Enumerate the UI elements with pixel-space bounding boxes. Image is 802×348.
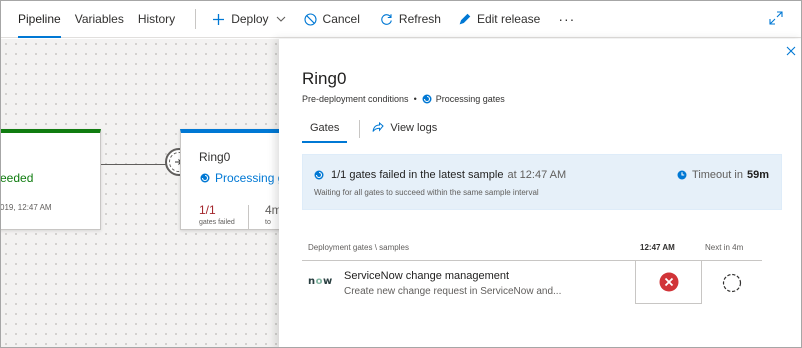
processing-icon [314, 170, 324, 180]
cancel-label: Cancel [322, 12, 360, 26]
table-row[interactable]: now ServiceNow change management Create … [302, 261, 762, 304]
subtitle-prefix: Pre-deployment conditions [302, 94, 409, 104]
subtitle-status: Processing gates [435, 94, 505, 104]
tab-history[interactable]: History [138, 1, 175, 38]
close-icon[interactable] [785, 44, 797, 62]
gates-status-detail: Waiting for all gates to succeed within … [314, 188, 539, 197]
gates-table-header: Deployment gates \ samples 12:47 AM Next… [302, 239, 762, 261]
col-header-gates: Deployment gates \ samples [308, 243, 409, 252]
panel-subtitle: Pre-deployment conditions • Processing g… [302, 94, 505, 104]
refresh-button[interactable]: Refresh [380, 12, 441, 26]
gates-status-banner: 1/1 gates failed in the latest sample at… [302, 154, 782, 210]
cancel-button[interactable]: Cancel [303, 12, 360, 26]
timeout-value: 59m [746, 169, 769, 181]
stage-card-previous[interactable]: eeded 019, 12:47 AM [0, 129, 101, 230]
sample-result-cell[interactable] [635, 261, 702, 304]
deploy-label: Deploy [231, 12, 269, 26]
processing-icon [422, 94, 432, 104]
stage-card-ring0[interactable]: Ring0 Processing ga 1/1 gates failed 4m … [180, 129, 291, 230]
tab-pipeline[interactable]: Pipeline [18, 1, 61, 38]
processing-icon [200, 173, 210, 183]
stage-connector [101, 164, 167, 165]
col-header-sample: 12:47 AM [640, 243, 675, 252]
view-logs-link[interactable]: View logs [372, 119, 437, 143]
expand-icon[interactable] [769, 11, 783, 30]
edit-release-button[interactable]: Edit release [459, 12, 540, 26]
pending-icon [722, 273, 742, 293]
subtitle-separator: • [413, 94, 417, 104]
gate-name: ServiceNow change management [344, 270, 510, 282]
headline-time: at 12:47 AM [507, 169, 567, 181]
tab-variables[interactable]: Variables [75, 1, 124, 38]
toolbar-divider [195, 9, 197, 29]
deploy-button[interactable]: Deploy [212, 12, 285, 26]
stage-status: Processing ga [200, 171, 291, 185]
tab-gates[interactable]: Gates [302, 119, 348, 143]
clock-icon [677, 170, 687, 180]
next-sample-cell [702, 262, 762, 304]
gates-detail-panel: Ring0 Pre-deployment conditions • Proces… [279, 39, 801, 347]
panel-tabs: Gates View logs [302, 119, 437, 143]
view-logs-icon [372, 122, 385, 132]
panel-title: Ring0 [302, 69, 347, 88]
stage-divider [248, 205, 249, 229]
chevron-down-icon [276, 16, 285, 22]
gates-status-headline: 1/1 gates failed in the latest sample at… [314, 169, 566, 181]
edit-release-label: Edit release [476, 12, 541, 26]
servicenow-logo: now [308, 276, 333, 287]
refresh-icon [381, 13, 392, 25]
release-window: Pipeline Variables History Deploy Cancel… [0, 0, 802, 348]
panel-tab-divider [359, 120, 361, 138]
stage-status: eeded [0, 171, 34, 185]
stage-name: Ring0 [199, 150, 231, 164]
plus-icon [213, 13, 225, 25]
refresh-label: Refresh [398, 12, 441, 26]
next-sample-label: to [265, 219, 271, 226]
headline-text: 1/1 gates failed in the latest sample [331, 169, 504, 181]
timeout-label: Timeout in [692, 169, 743, 181]
stage-date: 019, 12:47 AM [0, 203, 52, 212]
gates-failed-count: 1/1 [199, 203, 216, 217]
view-logs-label: View logs [390, 122, 438, 134]
timeout-indicator: Timeout in 59m [677, 169, 769, 181]
cancel-icon [303, 12, 317, 26]
gate-description: Create new change request in ServiceNow … [344, 286, 562, 297]
gates-failed-label: gates failed [199, 219, 235, 226]
pipeline-canvas: eeded 019, 12:47 AM Ring0 Processing ga … [0, 39, 291, 347]
col-header-next: Next in 4m [705, 243, 744, 252]
pencil-icon [459, 13, 471, 25]
error-icon [659, 272, 678, 292]
more-actions-button[interactable]: ··· [558, 11, 575, 27]
toolbar: Pipeline Variables History Deploy Cancel… [1, 1, 801, 38]
